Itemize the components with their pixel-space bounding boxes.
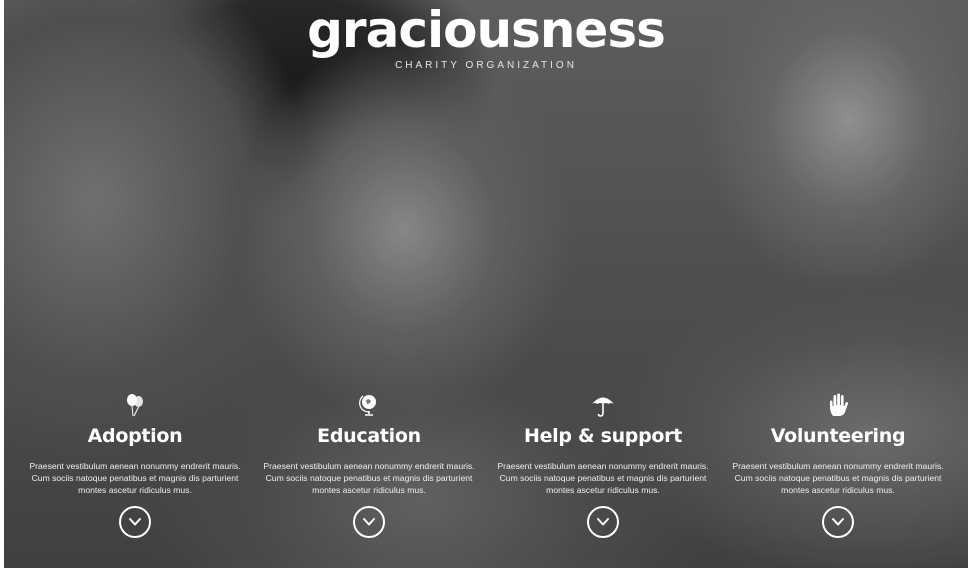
feature-more-button[interactable] xyxy=(353,506,385,538)
feature-description: Praesent vestibulum aenean nonummy endre… xyxy=(29,461,241,495)
feature-title: Help & support xyxy=(523,425,683,447)
feature-description: Praesent vestibulum aenean nonummy endre… xyxy=(263,461,475,495)
features-row: Adoption Praesent vestibulum aenean nonu… xyxy=(4,392,968,568)
brand-tagline: CHARITY ORGANIZATION xyxy=(395,60,577,71)
feature-title: Volunteering xyxy=(770,425,906,447)
chevron-down-icon xyxy=(597,518,609,526)
feature-more-button[interactable] xyxy=(822,506,854,538)
umbrella-icon xyxy=(592,397,614,417)
feature-help-support: Help & support Praesent vestibulum aenea… xyxy=(490,392,716,538)
feature-education: Education Praesent vestibulum aenean non… xyxy=(256,392,482,538)
chevron-down-icon xyxy=(129,518,141,526)
feature-more-button[interactable] xyxy=(119,506,151,538)
feature-description: Praesent vestibulum aenean nonummy endre… xyxy=(497,461,709,495)
balloons-icon xyxy=(127,394,143,417)
hero-section: graciousness CHARITY ORGANIZATION Adopti… xyxy=(4,0,968,568)
brand: graciousness CHARITY ORGANIZATION xyxy=(4,2,968,71)
feature-title: Education xyxy=(317,425,421,447)
feature-description: Praesent vestibulum aenean nonummy endre… xyxy=(732,461,944,495)
brand-logo-text[interactable]: graciousness xyxy=(4,2,968,58)
feature-title: Adoption xyxy=(87,425,183,447)
hand-icon xyxy=(830,393,849,416)
chevron-down-icon xyxy=(832,518,844,526)
feature-volunteering: Volunteering Praesent vestibulum aenean … xyxy=(725,392,951,538)
feature-adoption: Adoption Praesent vestibulum aenean nonu… xyxy=(22,392,248,538)
globe-icon xyxy=(359,395,376,416)
chevron-down-icon xyxy=(363,518,375,526)
feature-more-button[interactable] xyxy=(587,506,619,538)
